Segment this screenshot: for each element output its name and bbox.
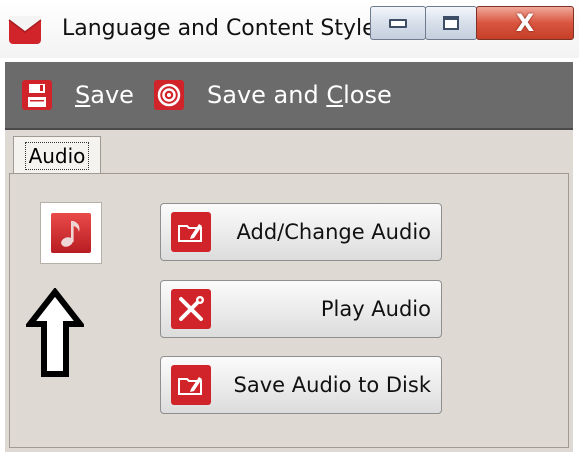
toolbar: Save Save and Close xyxy=(5,62,573,130)
minimize-button[interactable] xyxy=(370,6,426,40)
window-title: Language and Content Style xyxy=(62,16,376,41)
add-change-audio-button[interactable]: Add/Change Audio xyxy=(160,203,442,261)
save-and-close-label-mnemonic: C xyxy=(326,81,344,109)
save-button[interactable]: Save xyxy=(21,78,134,112)
target-icon xyxy=(154,80,184,110)
save-and-close-button[interactable]: Save and Close xyxy=(153,78,392,112)
window-controls: X xyxy=(370,6,577,42)
title-bar[interactable]: Language and Content Style X xyxy=(0,0,579,58)
maximize-icon xyxy=(443,16,459,30)
tab-audio[interactable]: Audio xyxy=(13,136,101,174)
play-audio-button[interactable]: Play Audio xyxy=(160,280,442,338)
close-button[interactable]: X xyxy=(476,6,574,40)
tab-strip: Audio xyxy=(5,130,573,174)
app-logo-icon xyxy=(8,16,42,44)
folder-edit-icon xyxy=(171,365,211,405)
save-label-mnemonic: S xyxy=(75,81,91,109)
save-audio-to-disk-button[interactable]: Save Audio to Disk xyxy=(160,356,442,414)
save-and-close-label: Save and Close xyxy=(207,81,392,109)
floppy-disk-icon xyxy=(22,80,52,110)
maximize-button[interactable] xyxy=(425,6,477,40)
add-change-audio-label: Add/Change Audio xyxy=(236,220,432,244)
minimize-icon xyxy=(389,18,407,28)
tab-audio-label: Audio xyxy=(24,141,90,170)
tools-icon xyxy=(171,289,211,329)
save-and-close-label-pre: Save and xyxy=(207,81,327,109)
save-audio-to-disk-label: Save Audio to Disk xyxy=(233,373,431,397)
play-audio-label: Play Audio xyxy=(320,297,431,321)
up-arrow-annotation-icon xyxy=(26,288,84,377)
save-label-rest: ave xyxy=(90,81,134,109)
save-label: Save xyxy=(75,81,134,109)
music-note-icon xyxy=(51,213,91,253)
audio-preview xyxy=(40,202,102,264)
close-icon: X xyxy=(515,9,535,37)
save-and-close-label-rest: lose xyxy=(343,81,392,109)
app-window: Language and Content Style X Save Save a… xyxy=(0,0,579,459)
folder-edit-icon xyxy=(171,212,211,252)
